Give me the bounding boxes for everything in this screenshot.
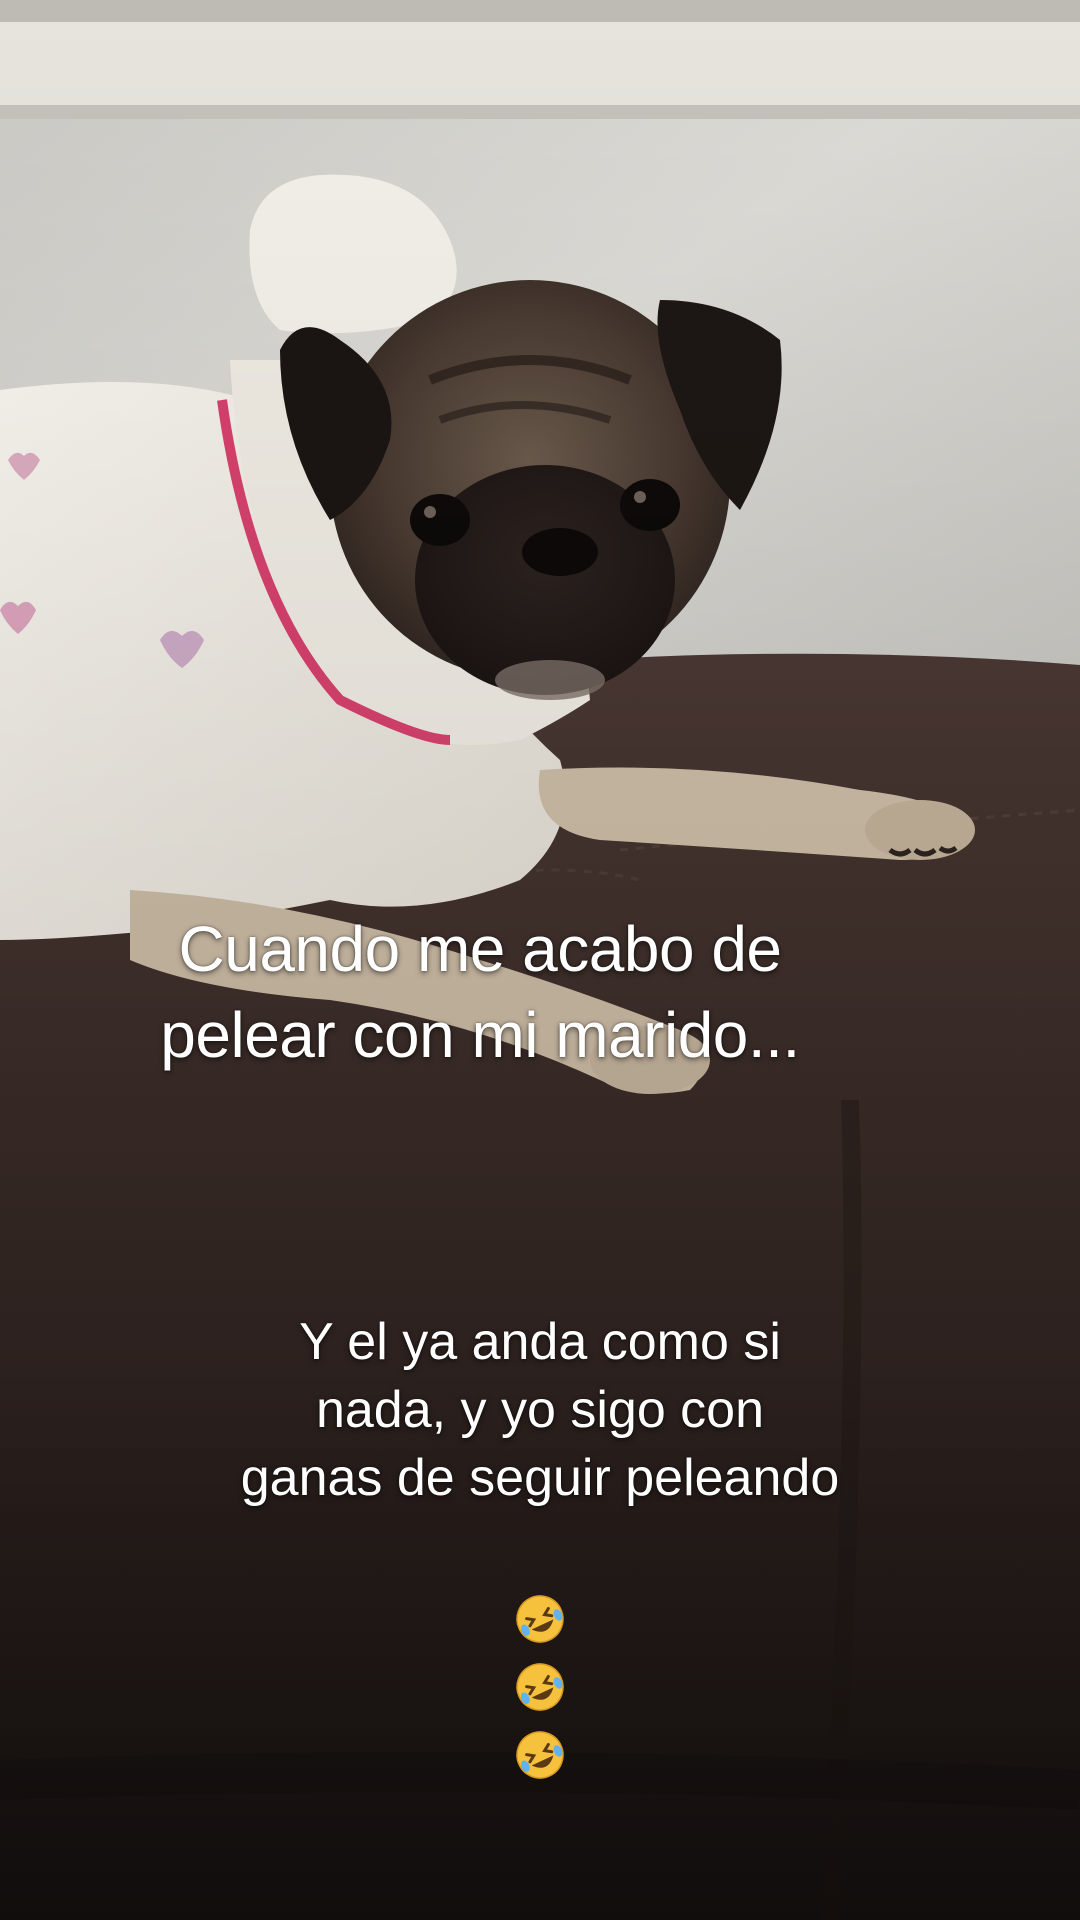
main-caption: Cuando me acabo de pelear con mi marido.… xyxy=(160,913,800,1071)
secondary-caption: Y el ya anda como si nada, y yo sigo con… xyxy=(240,1313,840,1507)
rolling-on-floor-laughing-icon xyxy=(516,1663,564,1712)
rolling-on-floor-laughing-icon xyxy=(516,1731,564,1780)
secondary-caption-block: Y el ya anda como si nada, y yo sigo con… xyxy=(0,1240,1080,1854)
video-frame: Cuando me acabo de pelear con mi marido.… xyxy=(0,0,1080,1920)
rolling-on-floor-laughing-icon xyxy=(516,1595,564,1644)
emoji-row xyxy=(80,1514,1000,1786)
